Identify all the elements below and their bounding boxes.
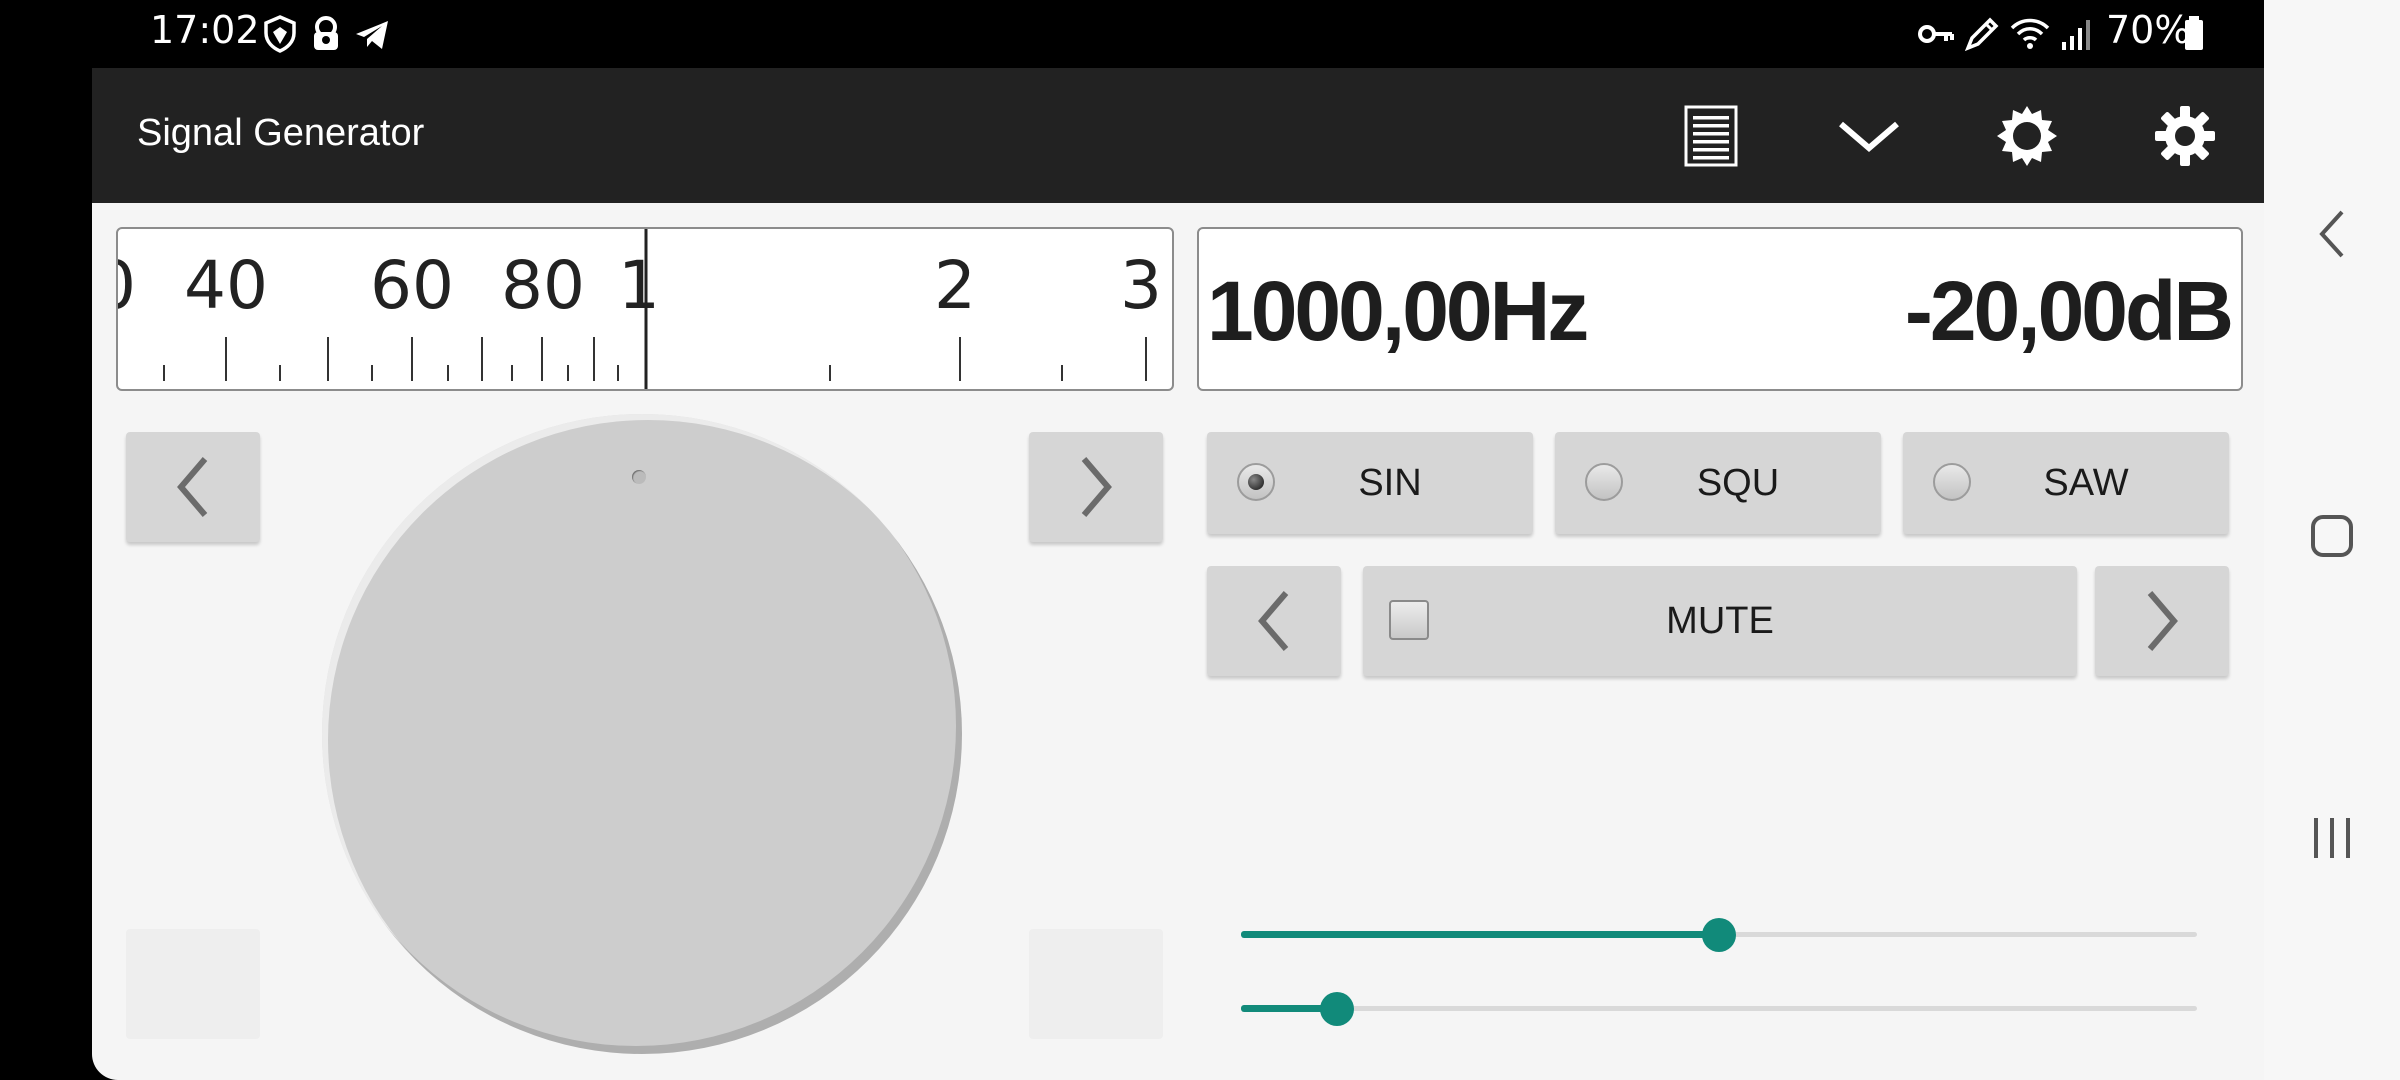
chevron-left-icon (177, 457, 208, 517)
level-slider[interactable] (1241, 988, 2197, 1028)
signal-icon (2062, 20, 2090, 50)
wifi-icon (2010, 18, 2050, 49)
battery-icon (2185, 16, 2203, 50)
status-time: 17:02 (150, 8, 260, 52)
shield-icon (264, 15, 296, 53)
slider-track (1241, 1006, 2197, 1011)
vpn-key-icon (1918, 25, 1954, 43)
frequency-fine-slider[interactable] (1241, 914, 2197, 954)
battery-percent: 70% (2106, 8, 2191, 52)
waveform-saw-button[interactable]: SAW (1903, 432, 2229, 534)
mute-label: MUTE (1666, 599, 1774, 642)
frequency-up-button[interactable] (1029, 432, 1163, 542)
notes-button[interactable] (1666, 93, 1756, 179)
waveform-label: SAW (2043, 461, 2129, 504)
chevron-left-icon (1258, 591, 1289, 651)
frequency-knob[interactable] (322, 414, 962, 1054)
nav-recents-button[interactable] (2294, 800, 2370, 876)
nav-back-button[interactable] (2294, 196, 2370, 272)
settings-gear-icon (2155, 106, 2215, 166)
brightness-icon (1997, 106, 2057, 166)
app-window: Signal Generator 40 60 80 1 2 3 1000,00H… (92, 68, 2264, 1080)
pen-icon (1964, 17, 1999, 52)
back-icon (2319, 210, 2344, 258)
frequency-readout: 1000,00Hz (1207, 264, 1589, 358)
frequency-scale[interactable]: 0 40 60 80 1 2 3 (116, 227, 1174, 391)
nav-home-button[interactable] (2294, 498, 2370, 574)
expand-button[interactable] (1824, 93, 1914, 179)
slider-fill (1241, 931, 1719, 938)
telegram-icon (356, 21, 388, 49)
knob-indicator (632, 470, 646, 484)
level-readout: -20,00dB (1904, 264, 2234, 358)
home-icon (2311, 515, 2353, 557)
slider-thumb[interactable] (1702, 918, 1736, 952)
chevron-down-icon (1839, 121, 1899, 152)
brightness-button[interactable] (1982, 93, 2072, 179)
waveform-label: SQU (1696, 461, 1780, 504)
slider-thumb[interactable] (1319, 992, 1354, 1026)
waveform-squ-button[interactable]: SQU (1555, 432, 1881, 534)
recents-icon (2314, 818, 2350, 858)
frequency-down-button[interactable] (126, 432, 260, 542)
privacy-icon (314, 16, 338, 50)
level-up-button[interactable] (2095, 566, 2229, 676)
scale-ticks (163, 229, 1147, 389)
settings-button[interactable] (2140, 93, 2230, 179)
waveform-label: SIN (1358, 461, 1422, 504)
app-title: Signal Generator (137, 112, 425, 154)
mute-button[interactable]: MUTE (1363, 566, 2077, 676)
waveform-sin-button[interactable]: SIN (1207, 432, 1533, 534)
app-toolbar: Signal Generator (92, 68, 2264, 203)
level-down-button[interactable] (1207, 566, 1341, 676)
status-bar: 17:02 70% (0, 0, 2264, 68)
notes-icon (1684, 105, 1738, 167)
chevron-right-icon (2147, 591, 2178, 651)
readout-display: 1000,00Hz -20,00dB (1197, 227, 2243, 391)
lower-right-button[interactable] (1029, 929, 1163, 1039)
lower-left-button[interactable] (126, 929, 260, 1039)
system-nav-bar (2264, 0, 2400, 1080)
chevron-right-icon (1081, 457, 1112, 517)
